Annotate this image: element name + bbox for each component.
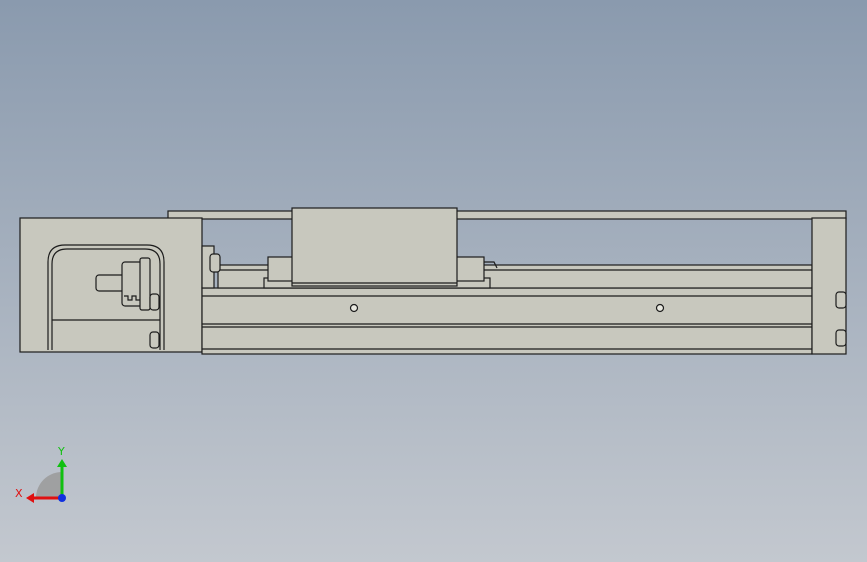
rail-mount-hole-left [349,303,359,313]
pulley-flange [139,257,151,311]
housing-bolt-lower [149,331,160,349]
triad-z-axis [58,494,66,502]
triad-x-label: X [15,487,23,500]
carriage-side-left [267,256,295,282]
cad-viewport[interactable]: X Y [0,0,867,562]
triad-y-arrowhead [57,459,67,467]
carriage-side-right [455,256,485,282]
rail-mount-hole-right [655,303,665,313]
triad-x-arrowhead [26,493,34,503]
top-cover-plate [167,210,847,220]
end-cap-bolt-lower [835,329,847,347]
carriage-block [291,207,458,287]
linear-actuator-model[interactable] [19,207,847,355]
housing-bolt-upper [149,293,160,311]
rail-body [201,287,813,355]
triad-y-label: Y [57,445,65,458]
orientation-triad[interactable]: X Y [15,445,67,503]
triad-plane-quadrant [36,472,62,498]
bearing-nut-left [209,253,221,273]
end-cap-bolt-upper [835,291,847,309]
